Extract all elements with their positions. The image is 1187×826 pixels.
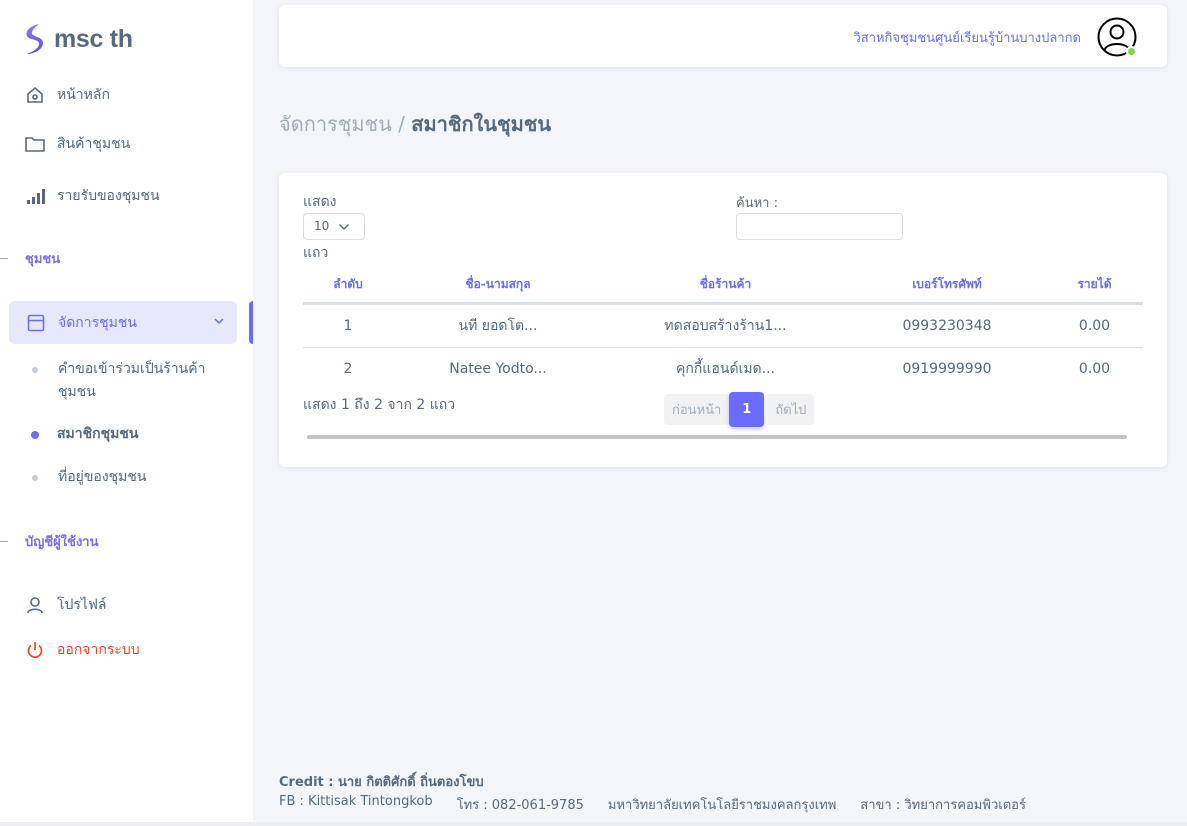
sidebar-item-home[interactable]: หน้าหลัก bbox=[24, 84, 110, 106]
footer-university: มหาวิทยาลัยเทคโนโลยีราชมงคลกรุงเทพ bbox=[607, 798, 837, 813]
sidebar-item-logout[interactable]: ออกจากระบบ bbox=[24, 639, 140, 661]
footer-phone: โทร : 082-061-9785 bbox=[456, 798, 584, 813]
cell-order: 1 bbox=[303, 303, 393, 348]
cell-phone: 0919999990 bbox=[902, 361, 992, 378]
search-label: ค้นหา : bbox=[736, 196, 778, 211]
sidebar-item-income[interactable]: รายรับของชุมชน bbox=[24, 185, 160, 207]
sidebar-item-label: หน้าหลัก bbox=[57, 87, 110, 103]
bar-chart-icon bbox=[24, 185, 46, 207]
top-navbar: วิสาหกิจชุมชนศูนย์เรียนรู้บ้านบางปลากด bbox=[279, 5, 1167, 67]
sidebar-subitem-members[interactable]: สมาชิกชุมชน bbox=[31, 423, 139, 446]
page-size-value: 10 bbox=[314, 219, 330, 233]
sidebar-item-label: ออกจากระบบ bbox=[57, 642, 140, 658]
sidebar-item-label: โปรไฟล์ bbox=[57, 597, 107, 613]
breadcrumb: จัดการชุมชน / สมาชิกในชุมชน bbox=[279, 108, 551, 140]
table-header-row: ลำดับ ชื่อ-นามสกุล ชื่อร้านค้า เบอร์โทรศ… bbox=[303, 267, 1143, 305]
table-info: แสดง 1 ถึง 2 จาก 2 แถว bbox=[303, 397, 456, 413]
cell-name: นที ยอดโต... bbox=[393, 303, 603, 348]
col-header-shop[interactable]: ชื่อร้านค้า bbox=[603, 267, 848, 305]
cell-shop: ทดสอบสร้างร้าน1... bbox=[603, 303, 848, 348]
page-title: สมาชิกในชุมชน bbox=[411, 112, 551, 136]
prev-page-button[interactable]: ก่อนหน้า bbox=[664, 394, 730, 425]
power-icon bbox=[24, 639, 46, 661]
user-icon bbox=[24, 594, 46, 616]
cell-shop: คุกกี้แฮนด์เมด... bbox=[675, 361, 775, 378]
sidebar: msc th หน้าหลัก สินค้าชุมชน รายรับของชุม… bbox=[0, 0, 253, 826]
cell-income: 0.00 bbox=[1078, 361, 1111, 378]
breadcrumb-parent[interactable]: จัดการชุมชน / bbox=[279, 112, 405, 136]
bullet-dot bbox=[32, 367, 38, 373]
footer-branch: สาขา : วิทยาการคอมพิวเตอร์ bbox=[860, 798, 1026, 813]
footer-info: FB : Kittisak Tintongkob โทร : 082-061-9… bbox=[279, 794, 1026, 815]
section-header-account: บัญชีผู้ใช้งาน bbox=[0, 531, 98, 552]
cell-phone: 0993230348 bbox=[848, 303, 1046, 348]
pagination: ก่อนหน้า 1 ถัดไป bbox=[664, 392, 815, 427]
page-1-button[interactable]: 1 bbox=[729, 392, 765, 427]
next-page-button[interactable]: ถัดไป bbox=[767, 394, 815, 425]
cell-order: 2 bbox=[343, 361, 353, 378]
rows-label: แถว bbox=[303, 245, 329, 261]
divider bbox=[0, 258, 8, 259]
logo-s-icon bbox=[26, 24, 43, 54]
sidebar-item-label: จัดการชุมชน bbox=[58, 314, 137, 331]
footer-fb: FB : Kittisak Tintongkob bbox=[279, 794, 433, 809]
active-indicator bbox=[249, 301, 253, 344]
online-status-dot bbox=[1126, 46, 1137, 57]
sidebar-item-label: ที่อยู่ของชุมชน bbox=[58, 469, 147, 485]
members-card: แสดง 10 แถว ค้นหา : ลำดับ ชื่อ-นามสกุล ช… bbox=[279, 173, 1167, 467]
sidebar-item-label: สินค้าชุมชน bbox=[57, 136, 131, 152]
cell-income: 0.00 bbox=[1046, 303, 1143, 348]
members-table: ลำดับ ชื่อ-นามสกุล ชื่อร้านค้า เบอร์โทรศ… bbox=[303, 267, 1143, 391]
col-header-phone[interactable]: เบอร์โทรศัพท์ bbox=[848, 267, 1046, 305]
show-entries-label: แสดง bbox=[303, 194, 337, 210]
page-size-select[interactable]: 10 bbox=[303, 213, 365, 240]
logo-text: msc th bbox=[54, 24, 133, 53]
section-header-community: ชุมชน bbox=[0, 248, 60, 269]
col-header-income[interactable]: รายได้ bbox=[1046, 267, 1143, 305]
section-label: บัญชีผู้ใช้งาน bbox=[25, 535, 99, 550]
section-label: ชุมชน bbox=[25, 252, 61, 267]
divider bbox=[0, 541, 8, 542]
sidebar-item-manage-community[interactable]: จัดการชุมชน bbox=[9, 301, 237, 344]
home-icon bbox=[24, 84, 46, 106]
app-logo[interactable]: msc th bbox=[22, 22, 133, 56]
sidebar-item-products[interactable]: สินค้าชุมชน bbox=[24, 133, 130, 155]
chevron-down-icon bbox=[213, 315, 225, 331]
sidebar-item-label: สมาชิกชุมชน bbox=[57, 426, 139, 442]
layout-icon bbox=[25, 312, 47, 334]
sidebar-subitem-join-requests[interactable]: คำขอเข้าร่วมเป็นร้านค้าชุมชน bbox=[32, 358, 222, 404]
horizontal-scrollbar[interactable] bbox=[307, 435, 1127, 439]
col-header-order[interactable]: ลำดับ bbox=[303, 267, 393, 305]
bullet-dot bbox=[32, 475, 38, 481]
cell-name: Natee Yodto... bbox=[449, 361, 547, 378]
footer-credit: Credit : นาย กิตติศักดิ์ ถิ่นตองโขบ bbox=[279, 775, 484, 790]
search-input[interactable] bbox=[736, 213, 903, 240]
org-name: วิสาหกิจชุมชนศูนย์เรียนรู้บ้านบางปลากด bbox=[853, 31, 1081, 46]
col-header-name[interactable]: ชื่อ-นามสกุล bbox=[393, 267, 603, 305]
sidebar-item-label: รายรับของชุมชน bbox=[57, 188, 160, 204]
bullet-dot bbox=[31, 431, 39, 439]
table-row: 2 Natee Yodto... คุกกี้แฮนด์เมด... 09199… bbox=[303, 347, 1143, 391]
folder-icon bbox=[24, 133, 46, 155]
chevron-down-icon bbox=[338, 221, 350, 236]
sidebar-item-profile[interactable]: โปรไฟล์ bbox=[24, 594, 106, 616]
sidebar-item-label: คำขอเข้าร่วมเป็นร้านค้าชุมชน bbox=[58, 361, 206, 400]
page-bottom-edge bbox=[0, 822, 1187, 826]
sidebar-subitem-address[interactable]: ที่อยู่ของชุมชน bbox=[32, 466, 146, 489]
table-row: 1 นที ยอดโต... ทดสอบสร้างร้าน1... 099323… bbox=[303, 303, 1143, 348]
